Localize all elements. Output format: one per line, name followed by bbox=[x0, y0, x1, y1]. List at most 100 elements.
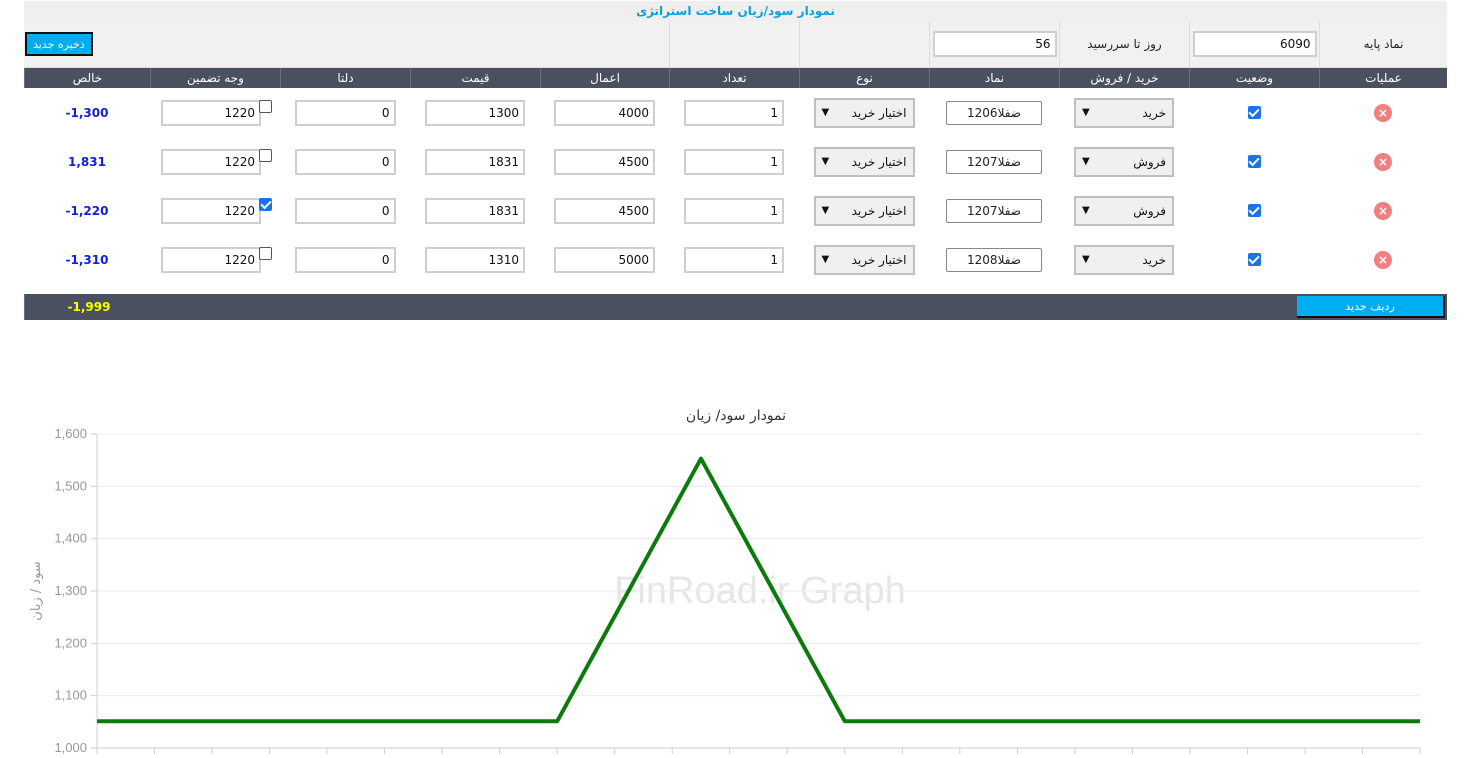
strike-input[interactable]: 4000 bbox=[554, 99, 655, 126]
chevron-down-icon: ▼ bbox=[1082, 156, 1090, 167]
margin-input[interactable]: 1220 bbox=[161, 148, 261, 175]
side-cell: فروش ▼ bbox=[1059, 137, 1189, 186]
new-row-button[interactable]: ردیف جدید bbox=[1297, 296, 1445, 318]
status-cell bbox=[1189, 186, 1319, 235]
col-status: وضعیت bbox=[1189, 68, 1319, 88]
side-select[interactable]: خرید ▼ bbox=[1074, 244, 1174, 275]
margin-cell: 1220 bbox=[150, 137, 280, 186]
save-new-button[interactable]: ذخیره جدید bbox=[25, 32, 93, 56]
type-value: اختیار خرید bbox=[851, 252, 907, 267]
price-input[interactable]: 1831 bbox=[425, 197, 525, 224]
col-side: خرید / فروش bbox=[1059, 68, 1189, 88]
base-symbol-label-cell: نماد پایه bbox=[1319, 21, 1447, 67]
setup-row: نماد پایه 6090 روز تا سررسید 56 ذخیره جد… bbox=[24, 21, 1447, 68]
price-cell: 1310 bbox=[410, 235, 540, 284]
margin-input[interactable]: 1220 bbox=[161, 99, 261, 126]
col-symbol: نماد bbox=[929, 68, 1059, 88]
type-select[interactable]: اختیار خرید ▼ bbox=[813, 244, 915, 275]
price-input[interactable]: 1310 bbox=[425, 246, 525, 273]
side-cell: خرید ▼ bbox=[1059, 235, 1189, 284]
margin-cell: 1220 bbox=[150, 235, 280, 284]
symbol-input[interactable]: ضفلا1207 bbox=[946, 149, 1042, 174]
col-type: نوع bbox=[799, 68, 929, 88]
side-select[interactable]: فروش ▼ bbox=[1074, 146, 1174, 177]
margin-input[interactable]: 1220 bbox=[161, 197, 261, 224]
status-checkbox[interactable] bbox=[1247, 155, 1261, 168]
qty-cell: 1 bbox=[669, 137, 799, 186]
chart-title: نمودار سود/ زیان bbox=[686, 408, 786, 424]
side-value: خرید bbox=[1142, 252, 1166, 267]
symbol-input[interactable]: ضفلا1206 bbox=[946, 100, 1042, 125]
price-cell: 1831 bbox=[410, 137, 540, 186]
table-row: × فروش ▼ ضفلا1207 اختیار خرید ▼ 1 4500 1831 0 1220… bbox=[24, 137, 1447, 186]
chevron-down-icon: ▼ bbox=[1082, 254, 1090, 265]
strike-input[interactable]: 4500 bbox=[554, 148, 655, 175]
net-cell: -1,220 bbox=[24, 186, 150, 235]
side-select[interactable]: خرید ▼ bbox=[1074, 97, 1174, 128]
y-tick-label: 1,100 bbox=[54, 688, 87, 703]
y-tick-label: 1,200 bbox=[54, 635, 87, 650]
chart-y-ticks: 1,000 1,100 1,200 1,300 1,400 1,500 1,600 bbox=[54, 426, 97, 755]
col-qty: تعداد bbox=[669, 68, 799, 88]
margin-checkbox[interactable] bbox=[259, 198, 272, 211]
type-select[interactable]: اختیار خرید ▼ bbox=[813, 195, 915, 226]
days-to-expiry-input[interactable]: 56 bbox=[932, 31, 1057, 57]
pnl-chart-svg: نمودار سود/ زیان FinRoad.ir Graph سود / … bbox=[29, 408, 1421, 755]
qty-input[interactable]: 1 bbox=[684, 99, 784, 126]
delta-input[interactable]: 0 bbox=[294, 148, 396, 175]
strike-input[interactable]: 4500 bbox=[554, 197, 655, 224]
margin-checkbox[interactable] bbox=[259, 100, 272, 113]
qty-cell: 1 bbox=[669, 186, 799, 235]
delta-input[interactable]: 0 bbox=[294, 197, 396, 224]
delete-row-icon[interactable]: × bbox=[1374, 201, 1392, 220]
type-select[interactable]: اختیار خرید ▼ bbox=[813, 97, 915, 128]
price-input[interactable]: 1300 bbox=[425, 99, 525, 126]
status-checkbox[interactable] bbox=[1247, 204, 1261, 217]
chevron-down-icon: ▼ bbox=[821, 107, 830, 118]
net-value: -1,300 bbox=[65, 105, 109, 120]
side-value: فروش bbox=[1133, 203, 1166, 218]
qty-input[interactable]: 1 bbox=[684, 197, 784, 224]
qty-input[interactable]: 1 bbox=[684, 246, 784, 273]
ops-cell: × bbox=[1319, 235, 1447, 284]
symbol-input[interactable]: ضفلا1208 bbox=[946, 247, 1042, 272]
net-cell: 1,831 bbox=[24, 137, 150, 186]
strike-input[interactable]: 5000 bbox=[554, 246, 655, 273]
chevron-down-icon: ▼ bbox=[821, 205, 830, 216]
type-value: اختیار خرید bbox=[851, 203, 907, 218]
base-symbol-cell: 6090 bbox=[1189, 21, 1319, 67]
strategy-builder: نمودار سود/زیان ساخت استراتژی نماد پایه … bbox=[24, 1, 1447, 320]
strike-cell: 4500 bbox=[540, 137, 669, 186]
status-checkbox[interactable] bbox=[1247, 106, 1261, 119]
type-select[interactable]: اختیار خرید ▼ bbox=[813, 146, 915, 177]
col-strike: اعمال bbox=[540, 68, 669, 88]
delete-row-icon[interactable]: × bbox=[1374, 152, 1392, 171]
symbol-input[interactable]: ضفلا1207 bbox=[946, 198, 1042, 223]
delta-input[interactable]: 0 bbox=[294, 246, 396, 273]
chevron-down-icon: ▼ bbox=[821, 156, 830, 167]
side-value: فروش bbox=[1133, 154, 1166, 169]
ops-cell: × bbox=[1319, 88, 1447, 137]
y-tick-label: 1,300 bbox=[54, 583, 87, 598]
type-cell: اختیار خرید ▼ bbox=[799, 186, 929, 235]
type-cell: اختیار خرید ▼ bbox=[799, 235, 929, 284]
delta-cell: 0 bbox=[280, 88, 410, 137]
delete-row-icon[interactable]: × bbox=[1374, 103, 1392, 122]
delta-cell: 0 bbox=[280, 137, 410, 186]
qty-cell: 1 bbox=[669, 235, 799, 284]
margin-checkbox[interactable] bbox=[259, 149, 272, 162]
side-select[interactable]: فروش ▼ bbox=[1074, 195, 1174, 226]
price-cell: 1300 bbox=[410, 88, 540, 137]
qty-input[interactable]: 1 bbox=[684, 148, 784, 175]
chart-grid bbox=[96, 433, 1420, 749]
margin-checkbox[interactable] bbox=[259, 247, 272, 260]
delta-input[interactable]: 0 bbox=[294, 99, 396, 126]
price-cell: 1831 bbox=[410, 186, 540, 235]
status-checkbox[interactable] bbox=[1247, 253, 1261, 266]
delete-row-icon[interactable]: × bbox=[1374, 250, 1392, 269]
col-margin: وجه تضمین bbox=[150, 68, 280, 88]
chart-x-ticks bbox=[96, 747, 1421, 754]
base-symbol-input[interactable]: 6090 bbox=[1192, 31, 1317, 57]
price-input[interactable]: 1831 bbox=[425, 148, 525, 175]
margin-input[interactable]: 1220 bbox=[161, 246, 261, 273]
